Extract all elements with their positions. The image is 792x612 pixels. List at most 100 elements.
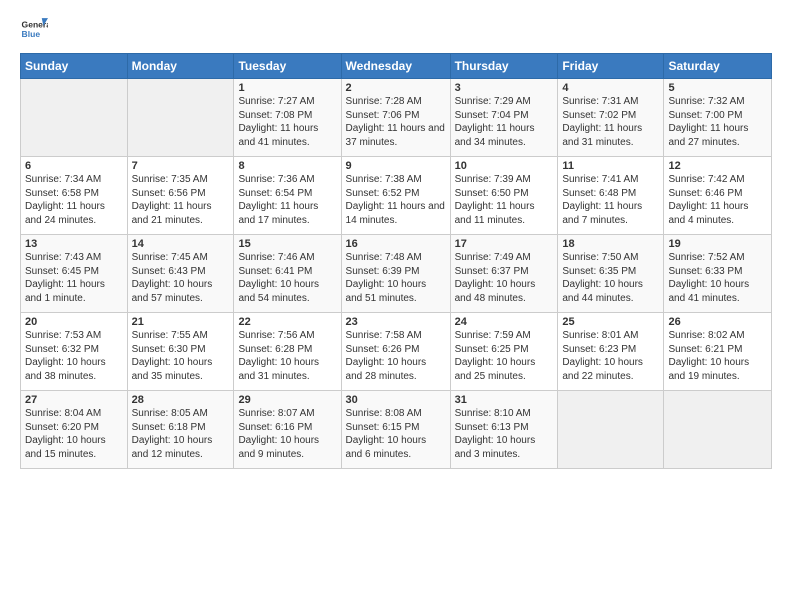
day-cell: 14Sunrise: 7:45 AM Sunset: 6:43 PM Dayli… bbox=[127, 235, 234, 313]
day-cell: 8Sunrise: 7:36 AM Sunset: 6:54 PM Daylig… bbox=[234, 157, 341, 235]
day-cell: 13Sunrise: 7:43 AM Sunset: 6:45 PM Dayli… bbox=[21, 235, 128, 313]
day-number: 10 bbox=[455, 160, 554, 172]
day-detail: Sunrise: 8:07 AM Sunset: 6:16 PM Dayligh… bbox=[238, 407, 336, 461]
day-number: 31 bbox=[455, 394, 554, 406]
day-detail: Sunrise: 7:48 AM Sunset: 6:39 PM Dayligh… bbox=[346, 251, 446, 305]
day-detail: Sunrise: 8:01 AM Sunset: 6:23 PM Dayligh… bbox=[562, 329, 659, 383]
day-cell: 6Sunrise: 7:34 AM Sunset: 6:58 PM Daylig… bbox=[21, 157, 128, 235]
col-header-monday: Monday bbox=[127, 54, 234, 79]
week-row-1: 1Sunrise: 7:27 AM Sunset: 7:08 PM Daylig… bbox=[21, 79, 772, 157]
day-cell: 5Sunrise: 7:32 AM Sunset: 7:00 PM Daylig… bbox=[664, 79, 772, 157]
day-cell bbox=[21, 79, 128, 157]
day-detail: Sunrise: 7:34 AM Sunset: 6:58 PM Dayligh… bbox=[25, 173, 123, 227]
day-number: 4 bbox=[562, 82, 659, 94]
day-detail: Sunrise: 7:46 AM Sunset: 6:41 PM Dayligh… bbox=[238, 251, 336, 305]
day-number: 14 bbox=[132, 238, 230, 250]
day-cell: 11Sunrise: 7:41 AM Sunset: 6:48 PM Dayli… bbox=[558, 157, 664, 235]
day-cell: 1Sunrise: 7:27 AM Sunset: 7:08 PM Daylig… bbox=[234, 79, 341, 157]
day-detail: Sunrise: 7:52 AM Sunset: 6:33 PM Dayligh… bbox=[668, 251, 767, 305]
day-detail: Sunrise: 7:39 AM Sunset: 6:50 PM Dayligh… bbox=[455, 173, 554, 227]
day-number: 8 bbox=[238, 160, 336, 172]
week-row-2: 6Sunrise: 7:34 AM Sunset: 6:58 PM Daylig… bbox=[21, 157, 772, 235]
day-detail: Sunrise: 7:56 AM Sunset: 6:28 PM Dayligh… bbox=[238, 329, 336, 383]
day-detail: Sunrise: 7:35 AM Sunset: 6:56 PM Dayligh… bbox=[132, 173, 230, 227]
day-cell: 26Sunrise: 8:02 AM Sunset: 6:21 PM Dayli… bbox=[664, 313, 772, 391]
day-detail: Sunrise: 7:53 AM Sunset: 6:32 PM Dayligh… bbox=[25, 329, 123, 383]
day-detail: Sunrise: 7:41 AM Sunset: 6:48 PM Dayligh… bbox=[562, 173, 659, 227]
day-detail: Sunrise: 7:36 AM Sunset: 6:54 PM Dayligh… bbox=[238, 173, 336, 227]
day-number: 15 bbox=[238, 238, 336, 250]
day-detail: Sunrise: 8:05 AM Sunset: 6:18 PM Dayligh… bbox=[132, 407, 230, 461]
day-number: 20 bbox=[25, 316, 123, 328]
day-cell: 3Sunrise: 7:29 AM Sunset: 7:04 PM Daylig… bbox=[450, 79, 558, 157]
day-number: 23 bbox=[346, 316, 446, 328]
week-row-4: 20Sunrise: 7:53 AM Sunset: 6:32 PM Dayli… bbox=[21, 313, 772, 391]
day-cell: 30Sunrise: 8:08 AM Sunset: 6:15 PM Dayli… bbox=[341, 391, 450, 469]
col-header-wednesday: Wednesday bbox=[341, 54, 450, 79]
day-number: 27 bbox=[25, 394, 123, 406]
col-header-sunday: Sunday bbox=[21, 54, 128, 79]
day-detail: Sunrise: 7:59 AM Sunset: 6:25 PM Dayligh… bbox=[455, 329, 554, 383]
day-detail: Sunrise: 8:10 AM Sunset: 6:13 PM Dayligh… bbox=[455, 407, 554, 461]
day-number: 22 bbox=[238, 316, 336, 328]
day-detail: Sunrise: 7:31 AM Sunset: 7:02 PM Dayligh… bbox=[562, 95, 659, 149]
day-detail: Sunrise: 7:58 AM Sunset: 6:26 PM Dayligh… bbox=[346, 329, 446, 383]
day-cell: 19Sunrise: 7:52 AM Sunset: 6:33 PM Dayli… bbox=[664, 235, 772, 313]
day-cell: 25Sunrise: 8:01 AM Sunset: 6:23 PM Dayli… bbox=[558, 313, 664, 391]
day-cell: 12Sunrise: 7:42 AM Sunset: 6:46 PM Dayli… bbox=[664, 157, 772, 235]
day-number: 9 bbox=[346, 160, 446, 172]
logo-icon: General Blue bbox=[20, 15, 48, 43]
col-header-tuesday: Tuesday bbox=[234, 54, 341, 79]
day-number: 3 bbox=[455, 82, 554, 94]
day-detail: Sunrise: 8:04 AM Sunset: 6:20 PM Dayligh… bbox=[25, 407, 123, 461]
day-number: 26 bbox=[668, 316, 767, 328]
day-detail: Sunrise: 7:45 AM Sunset: 6:43 PM Dayligh… bbox=[132, 251, 230, 305]
day-cell: 15Sunrise: 7:46 AM Sunset: 6:41 PM Dayli… bbox=[234, 235, 341, 313]
calendar-body: 1Sunrise: 7:27 AM Sunset: 7:08 PM Daylig… bbox=[21, 79, 772, 469]
day-number: 21 bbox=[132, 316, 230, 328]
day-cell: 23Sunrise: 7:58 AM Sunset: 6:26 PM Dayli… bbox=[341, 313, 450, 391]
day-number: 7 bbox=[132, 160, 230, 172]
day-cell: 17Sunrise: 7:49 AM Sunset: 6:37 PM Dayli… bbox=[450, 235, 558, 313]
day-number: 13 bbox=[25, 238, 123, 250]
day-number: 18 bbox=[562, 238, 659, 250]
day-number: 2 bbox=[346, 82, 446, 94]
day-cell: 9Sunrise: 7:38 AM Sunset: 6:52 PM Daylig… bbox=[341, 157, 450, 235]
svg-text:Blue: Blue bbox=[22, 29, 41, 39]
day-cell bbox=[127, 79, 234, 157]
day-detail: Sunrise: 7:27 AM Sunset: 7:08 PM Dayligh… bbox=[238, 95, 336, 149]
day-cell: 2Sunrise: 7:28 AM Sunset: 7:06 PM Daylig… bbox=[341, 79, 450, 157]
day-number: 28 bbox=[132, 394, 230, 406]
day-number: 11 bbox=[562, 160, 659, 172]
day-detail: Sunrise: 7:43 AM Sunset: 6:45 PM Dayligh… bbox=[25, 251, 123, 305]
day-detail: Sunrise: 7:28 AM Sunset: 7:06 PM Dayligh… bbox=[346, 95, 446, 149]
col-header-friday: Friday bbox=[558, 54, 664, 79]
day-cell bbox=[558, 391, 664, 469]
calendar-table: SundayMondayTuesdayWednesdayThursdayFrid… bbox=[20, 53, 772, 469]
day-number: 25 bbox=[562, 316, 659, 328]
day-detail: Sunrise: 7:32 AM Sunset: 7:00 PM Dayligh… bbox=[668, 95, 767, 149]
day-cell: 18Sunrise: 7:50 AM Sunset: 6:35 PM Dayli… bbox=[558, 235, 664, 313]
calendar-header-row: SundayMondayTuesdayWednesdayThursdayFrid… bbox=[21, 54, 772, 79]
day-cell: 27Sunrise: 8:04 AM Sunset: 6:20 PM Dayli… bbox=[21, 391, 128, 469]
day-number: 29 bbox=[238, 394, 336, 406]
day-number: 30 bbox=[346, 394, 446, 406]
calendar-page: General Blue SundayMondayTuesdayWednesda… bbox=[0, 0, 792, 612]
week-row-3: 13Sunrise: 7:43 AM Sunset: 6:45 PM Dayli… bbox=[21, 235, 772, 313]
day-number: 16 bbox=[346, 238, 446, 250]
week-row-5: 27Sunrise: 8:04 AM Sunset: 6:20 PM Dayli… bbox=[21, 391, 772, 469]
day-cell: 24Sunrise: 7:59 AM Sunset: 6:25 PM Dayli… bbox=[450, 313, 558, 391]
day-number: 19 bbox=[668, 238, 767, 250]
day-number: 17 bbox=[455, 238, 554, 250]
day-number: 1 bbox=[238, 82, 336, 94]
day-detail: Sunrise: 7:49 AM Sunset: 6:37 PM Dayligh… bbox=[455, 251, 554, 305]
day-number: 12 bbox=[668, 160, 767, 172]
day-number: 5 bbox=[668, 82, 767, 94]
day-cell: 21Sunrise: 7:55 AM Sunset: 6:30 PM Dayli… bbox=[127, 313, 234, 391]
day-number: 24 bbox=[455, 316, 554, 328]
day-detail: Sunrise: 7:50 AM Sunset: 6:35 PM Dayligh… bbox=[562, 251, 659, 305]
logo: General Blue bbox=[20, 15, 48, 43]
day-cell: 29Sunrise: 8:07 AM Sunset: 6:16 PM Dayli… bbox=[234, 391, 341, 469]
day-cell: 16Sunrise: 7:48 AM Sunset: 6:39 PM Dayli… bbox=[341, 235, 450, 313]
day-detail: Sunrise: 8:02 AM Sunset: 6:21 PM Dayligh… bbox=[668, 329, 767, 383]
